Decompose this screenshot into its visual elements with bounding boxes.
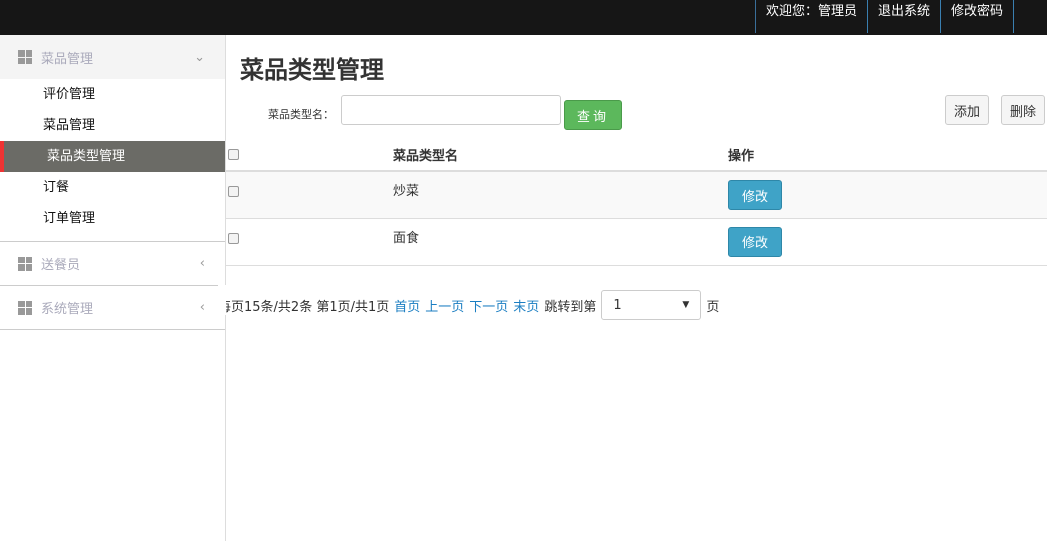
edit-button[interactable]: 修改: [728, 226, 782, 257]
chevron-left-icon: ‹: [199, 300, 205, 315]
sidebar-overlap-mask: [218, 285, 226, 315]
group-label: 送餐员: [41, 258, 81, 273]
row-checkbox[interactable]: [228, 186, 239, 197]
last-page-link[interactable]: 末页: [513, 296, 539, 315]
caret-down-icon: ▼: [682, 300, 690, 310]
change-password-link[interactable]: 修改密码: [941, 0, 1014, 33]
sidebar-item-dish-types[interactable]: 菜品类型管理: [0, 141, 225, 172]
select-all-checkbox[interactable]: [228, 149, 239, 160]
table-row: 面食 修改: [226, 218, 1047, 266]
page-suffix: 页: [706, 299, 720, 315]
sidebar-item-reviews[interactable]: 评价管理: [0, 79, 225, 110]
table-row: 炒菜 修改: [226, 171, 1047, 219]
jump-label: 跳转到第: [544, 299, 597, 315]
sidebar-group-dish-management[interactable]: 菜品管理 ⌄: [0, 35, 225, 79]
chevron-down-icon: ⌄: [194, 49, 205, 65]
page-title: 菜品类型管理: [240, 56, 384, 84]
logout-link[interactable]: 退出系统: [868, 0, 941, 33]
dish-type-name: 炒菜: [393, 171, 728, 219]
top-nav: 欢迎您：管理员 退出系统 修改密码: [754, 0, 1014, 33]
pagination: 每页15条/共2条 第1页/共1页 首页 上一页 下一页 末页 跳转到第 1 ▼ …: [218, 290, 719, 320]
grid-icon: [18, 256, 32, 271]
header-name: 菜品类型名: [393, 137, 728, 172]
chevron-left-icon: ‹: [199, 256, 205, 271]
table-header: 菜品类型名 操作: [226, 137, 1047, 172]
row-checkbox[interactable]: [228, 232, 239, 244]
group-label: 菜品管理: [41, 51, 94, 67]
page-select-value: 1: [613, 297, 622, 313]
grid-icon: [18, 50, 32, 64]
dish-type-search-input[interactable]: [341, 95, 561, 125]
pager-summary: 每页15条/共2条 第1页/共1页: [218, 299, 390, 315]
grid-icon: [18, 300, 32, 315]
page-select[interactable]: 1 ▼: [601, 290, 702, 320]
first-page-link[interactable]: 首页: [394, 296, 420, 315]
prev-page-link[interactable]: 上一页: [425, 296, 464, 315]
sidebar-item-orders[interactable]: 订单管理: [0, 203, 225, 234]
query-button[interactable]: 查询: [564, 100, 622, 130]
sidebar-group-couriers[interactable]: 送餐员 ‹: [0, 242, 225, 286]
sidebar: 菜品管理 ⌄ 评价管理 菜品管理 菜品类型管理 订餐 订单管理 送餐员 ‹ 系统…: [0, 35, 226, 541]
sidebar-item-order-food[interactable]: 订餐: [0, 172, 225, 203]
search-label: 菜品类型名：: [268, 108, 334, 121]
sidebar-item-dishes[interactable]: 菜品管理: [0, 110, 225, 141]
delete-button[interactable]: 删除: [1001, 95, 1046, 125]
top-bar: 欢迎您：管理员 退出系统 修改密码: [0, 0, 1047, 35]
next-page-link[interactable]: 下一页: [469, 296, 508, 315]
sidebar-group-system[interactable]: 系统管理 ‹: [0, 286, 225, 330]
welcome-text: 欢迎您：管理员: [756, 0, 868, 33]
group-label: 系统管理: [41, 302, 94, 317]
add-button[interactable]: 添加: [945, 95, 990, 125]
edit-button[interactable]: 修改: [728, 180, 782, 210]
dish-type-name: 面食: [393, 218, 728, 266]
header-action: 操作: [728, 137, 1047, 172]
dish-type-table: 菜品类型名 操作 炒菜 修改 面食 修改: [226, 137, 1047, 266]
